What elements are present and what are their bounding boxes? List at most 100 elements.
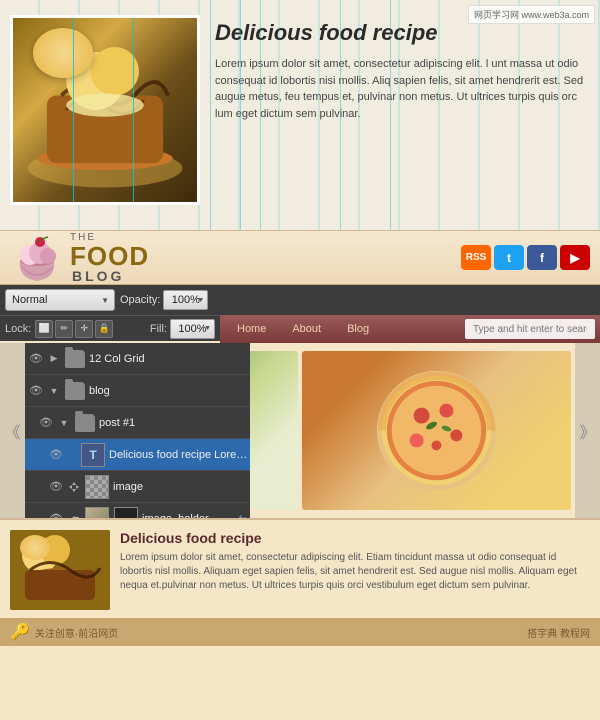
watermark-top: 网页学习网 www.web3a.com: [468, 5, 595, 24]
lock-image-btn[interactable]: ✏: [55, 320, 73, 338]
lock-icons: ⬜ ✏ ✛ 🔒: [35, 320, 113, 338]
prev-arrow[interactable]: 《: [0, 343, 25, 518]
layer-name-grid: 12 Col Grid: [89, 353, 250, 365]
logo-text-area: THE FOOD BLOG: [70, 233, 149, 283]
blend-mode-row: Normal Opacity: 100%: [0, 285, 600, 315]
bottom-article-title: Delicious food recipe: [120, 530, 590, 546]
content-thumb-2: [302, 351, 571, 510]
logo-bowl: [10, 233, 65, 283]
fill-area: Fill: 100%: [150, 319, 215, 339]
opacity-label: Opacity:: [120, 294, 160, 306]
next-arrow-icon: 》: [579, 419, 595, 443]
layer-row-post1[interactable]: 👁 ▼ post #1: [25, 407, 250, 439]
main-content-area: 《: [0, 343, 600, 518]
watermark-icon-left: 🔑: [10, 622, 30, 642]
holder-layer-thumb: [85, 507, 109, 519]
opacity-row: Opacity: 100%: [120, 290, 208, 310]
image-layer-thumb: [85, 475, 109, 499]
youtube-button[interactable]: ▶: [560, 245, 590, 270]
food-svg: [13, 15, 197, 205]
fill-value[interactable]: 100%: [170, 319, 215, 339]
bottom-article-thumb: [10, 530, 110, 610]
logo-area: THE FOOD BLOG: [10, 233, 149, 283]
layer-name-post1: post #1: [99, 417, 250, 429]
bottom-article: Delicious food recipe Lorem ipsum dolor …: [0, 518, 600, 618]
fill-label: Fill:: [150, 323, 167, 335]
pizza-svg: [302, 351, 571, 510]
folder-icon-grid: [65, 350, 85, 368]
nav-about[interactable]: About: [280, 319, 333, 339]
watermark-text-right: 搭宇典 教程网: [527, 629, 590, 640]
search-input[interactable]: [465, 319, 595, 339]
layer-row-holder[interactable]: 👁 image_holder fx: [25, 503, 250, 518]
image-guide-2: [133, 18, 134, 202]
guide-line-5: [390, 0, 391, 230]
bottom-article-text: Lorem ipsum dolor sit amet, consectetur …: [120, 551, 590, 593]
layer-row-grid[interactable]: 👁 ▶ 12 Col Grid: [25, 343, 250, 375]
nav-home[interactable]: Home: [225, 319, 278, 339]
bottom-watermark-bar: 🔑 关注创意·前沿网页 搭宇典 教程网: [0, 618, 600, 646]
holder-mask-thumb: [114, 507, 138, 519]
lock-nav-row: Lock: ⬜ ✏ ✛ 🔒 Fill: 100% Home About Blog: [0, 315, 600, 343]
layer-name-blog: blog: [89, 385, 250, 397]
food-image-placeholder: [13, 18, 197, 202]
layers-panel: 👁 ▶ 12 Col Grid 👁 ▼ blog 👁 ▼ post #1 👁 T…: [25, 343, 250, 518]
bottom-content: Delicious food recipe Lorem ipsum dolor …: [120, 530, 590, 608]
next-arrow[interactable]: 》: [575, 343, 600, 518]
layer-row-text[interactable]: 👁 T Delicious food recipe Lorem ...: [25, 439, 250, 471]
blog-header: THE FOOD BLOG RSS t f ▶: [0, 230, 600, 285]
opacity-value[interactable]: 100%: [163, 290, 208, 310]
social-icons: RSS t f ▶: [461, 245, 590, 270]
nav-blog[interactable]: Blog: [335, 319, 381, 339]
watermark-left: 🔑 关注创意·前沿网页: [10, 622, 118, 642]
folder-icon-blog: [65, 382, 85, 400]
eye-icon-blog[interactable]: 👁: [25, 375, 47, 407]
move-icon: [67, 481, 81, 493]
recipe-body: Lorem ipsum dolor sit amet, consectetur …: [215, 56, 590, 122]
eye-icon-image[interactable]: 👁: [45, 471, 67, 503]
link-svg: [68, 513, 80, 519]
expand-arrow-blog: ▼: [47, 386, 61, 396]
folder-icon-post1: [75, 414, 95, 432]
layer-name-text: Delicious food recipe Lorem ...: [109, 449, 250, 461]
logo-blog-text: BLOG: [72, 269, 149, 283]
top-preview: Delicious food recipe Lorem ipsum dolor …: [0, 0, 600, 230]
logo-food: FOOD: [70, 243, 149, 269]
move-svg: [68, 481, 80, 493]
food-image: [10, 15, 200, 205]
link-icon: [67, 513, 81, 519]
blend-mode-select[interactable]: Normal: [5, 289, 115, 311]
eye-icon-holder[interactable]: 👁: [45, 503, 67, 519]
layer-name-holder: image_holder: [142, 513, 239, 519]
layer-row-image[interactable]: 👁 image: [25, 471, 250, 503]
rss-button[interactable]: RSS: [461, 245, 491, 270]
lock-all-btn[interactable]: 🔒: [95, 320, 113, 338]
guide-line-3: [260, 0, 261, 230]
image-guide-1: [73, 18, 74, 202]
watermark-text-left: 关注创意·前沿网页: [35, 625, 118, 640]
eye-icon-text[interactable]: 👁: [45, 439, 67, 471]
expand-arrow-grid: ▶: [47, 353, 61, 364]
bottom-food-svg: [10, 530, 110, 610]
expand-arrow-post1: ▼: [57, 418, 71, 428]
layer-fx-badge: fx: [239, 514, 246, 519]
layer-row-blog[interactable]: 👁 ▼ blog: [25, 375, 250, 407]
top-content: Delicious food recipe Lorem ipsum dolor …: [215, 15, 590, 122]
lock-pixels-btn[interactable]: ⬜: [35, 320, 53, 338]
guide-line-4: [340, 0, 341, 230]
lock-row: Lock: ⬜ ✏ ✛ 🔒 Fill: 100%: [0, 315, 220, 341]
layer-name-image: image: [113, 481, 250, 493]
nav-bar: Home About Blog: [220, 315, 600, 343]
text-layer-thumb: T: [81, 443, 105, 467]
guide-line-2: [240, 0, 241, 230]
eye-icon-post1[interactable]: 👁: [35, 407, 57, 439]
logo-svg: [10, 233, 65, 283]
lock-position-btn[interactable]: ✛: [75, 320, 93, 338]
twitter-button[interactable]: t: [494, 245, 524, 270]
guide-line-1: [210, 0, 211, 230]
facebook-button[interactable]: f: [527, 245, 557, 270]
eye-icon-grid[interactable]: 👁: [25, 343, 47, 375]
lock-label: Lock:: [5, 323, 31, 335]
watermark-right: 搭宇典 教程网: [527, 625, 590, 640]
prev-arrow-icon: 《: [4, 419, 20, 443]
